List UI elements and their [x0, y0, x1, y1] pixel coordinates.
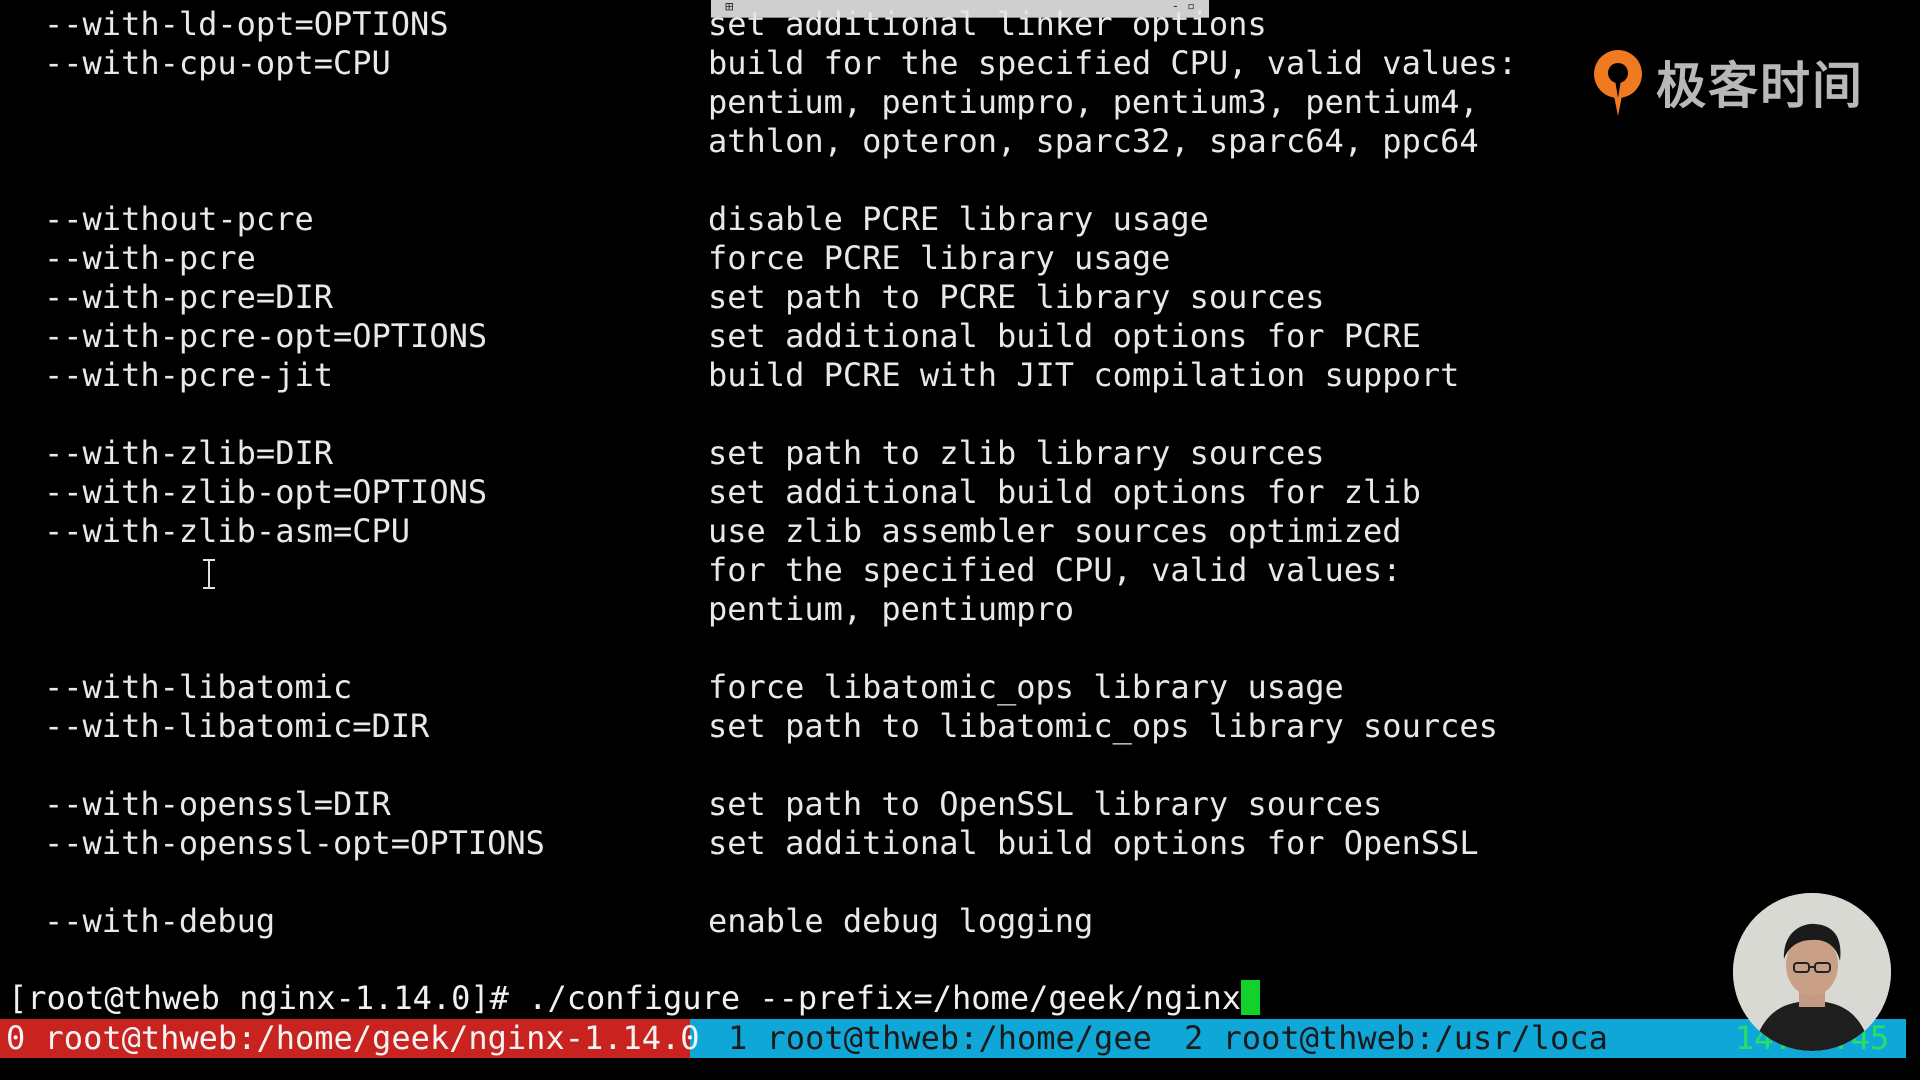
- option-name: --with-openssl=DIR: [44, 785, 391, 823]
- option-name: --with-openssl-opt=OPTIONS: [44, 824, 545, 862]
- option-description: set additional build options for zlib: [708, 473, 1421, 511]
- option-description: build for the specified CPU, valid value…: [708, 44, 1518, 82]
- option-name: --with-zlib=DIR: [44, 434, 333, 472]
- option-description: enable debug logging: [708, 902, 1094, 940]
- command-input[interactable]: ./configure --prefix=/home/geek/nginx: [528, 979, 1241, 1017]
- tmux-window-0[interactable]: 0 root@thweb:/home/geek/nginx-1.14.0: [0, 1019, 700, 1058]
- option-name: --with-pcre-opt=OPTIONS: [44, 317, 488, 355]
- option-description: set additional linker options: [708, 5, 1267, 43]
- option-description: use zlib assembler sources optimized: [708, 512, 1402, 550]
- option-name: --without-pcre: [44, 200, 314, 238]
- option-description: force libatomic_ops library usage: [708, 668, 1344, 706]
- option-name: --with-pcre-jit: [44, 356, 333, 394]
- shell-prompt: [root@thweb nginx-1.14.0]#: [8, 979, 529, 1017]
- geektime-logo-icon: [1594, 50, 1642, 116]
- option-description: set additional build options for PCRE: [708, 317, 1421, 355]
- option-description: athlon, opteron, sparc32, sparc64, ppc64: [708, 122, 1479, 160]
- option-name: --with-libatomic=DIR: [44, 707, 430, 745]
- option-name: --with-zlib-opt=OPTIONS: [44, 473, 488, 511]
- option-description: disable PCRE library usage: [708, 200, 1209, 238]
- text-cursor: [1241, 980, 1260, 1015]
- presenter-avatar-icon: [1733, 893, 1891, 1051]
- tmux-window-2[interactable]: 2 root@thweb:/usr/loca: [1184, 1019, 1608, 1058]
- command-line[interactable]: [root@thweb nginx-1.14.0]# ./configure -…: [8, 979, 1260, 1018]
- option-description: set path to OpenSSL library sources: [708, 785, 1383, 823]
- option-name: --with-zlib-asm=CPU: [44, 512, 411, 550]
- ibeam-cursor-icon: [203, 559, 215, 589]
- option-name: --with-pcre: [44, 239, 256, 277]
- terminal-window[interactable]: ⊞ - ▫ --with-ld-opt=OPTIONS set addition…: [0, 0, 1920, 1080]
- option-description: set additional build options for OpenSSL: [708, 824, 1479, 862]
- option-name: --with-debug: [44, 902, 276, 940]
- option-name: --with-pcre=DIR: [44, 278, 333, 316]
- geektime-logo-text: 极客时间: [1656, 57, 1864, 115]
- option-description: set path to PCRE library sources: [708, 278, 1325, 316]
- option-description: build PCRE with JIT compilation support: [708, 356, 1460, 394]
- option-description: for the specified CPU, valid values:: [708, 551, 1402, 589]
- option-description: pentium, pentiumpro: [708, 590, 1075, 628]
- option-description: set path to zlib library sources: [708, 434, 1325, 472]
- tmux-status-bar: 0 root@thweb:/home/geek/nginx-1.14.0 1 r…: [0, 1019, 1906, 1058]
- option-name: --with-cpu-opt=CPU: [44, 44, 391, 82]
- option-name: --with-ld-opt=OPTIONS: [44, 5, 449, 43]
- option-description: pentium, pentiumpro, pentium3, pentium4,: [708, 83, 1479, 121]
- geektime-logo: 极客时间: [1588, 44, 1864, 120]
- option-description: force PCRE library usage: [708, 239, 1171, 277]
- option-description: set path to libatomic_ops library source…: [708, 707, 1498, 745]
- presenter-webcam: [1733, 893, 1891, 1051]
- option-name: --with-libatomic: [44, 668, 353, 706]
- tmux-window-1[interactable]: 1 root@thweb:/home/gee: [728, 1019, 1152, 1058]
